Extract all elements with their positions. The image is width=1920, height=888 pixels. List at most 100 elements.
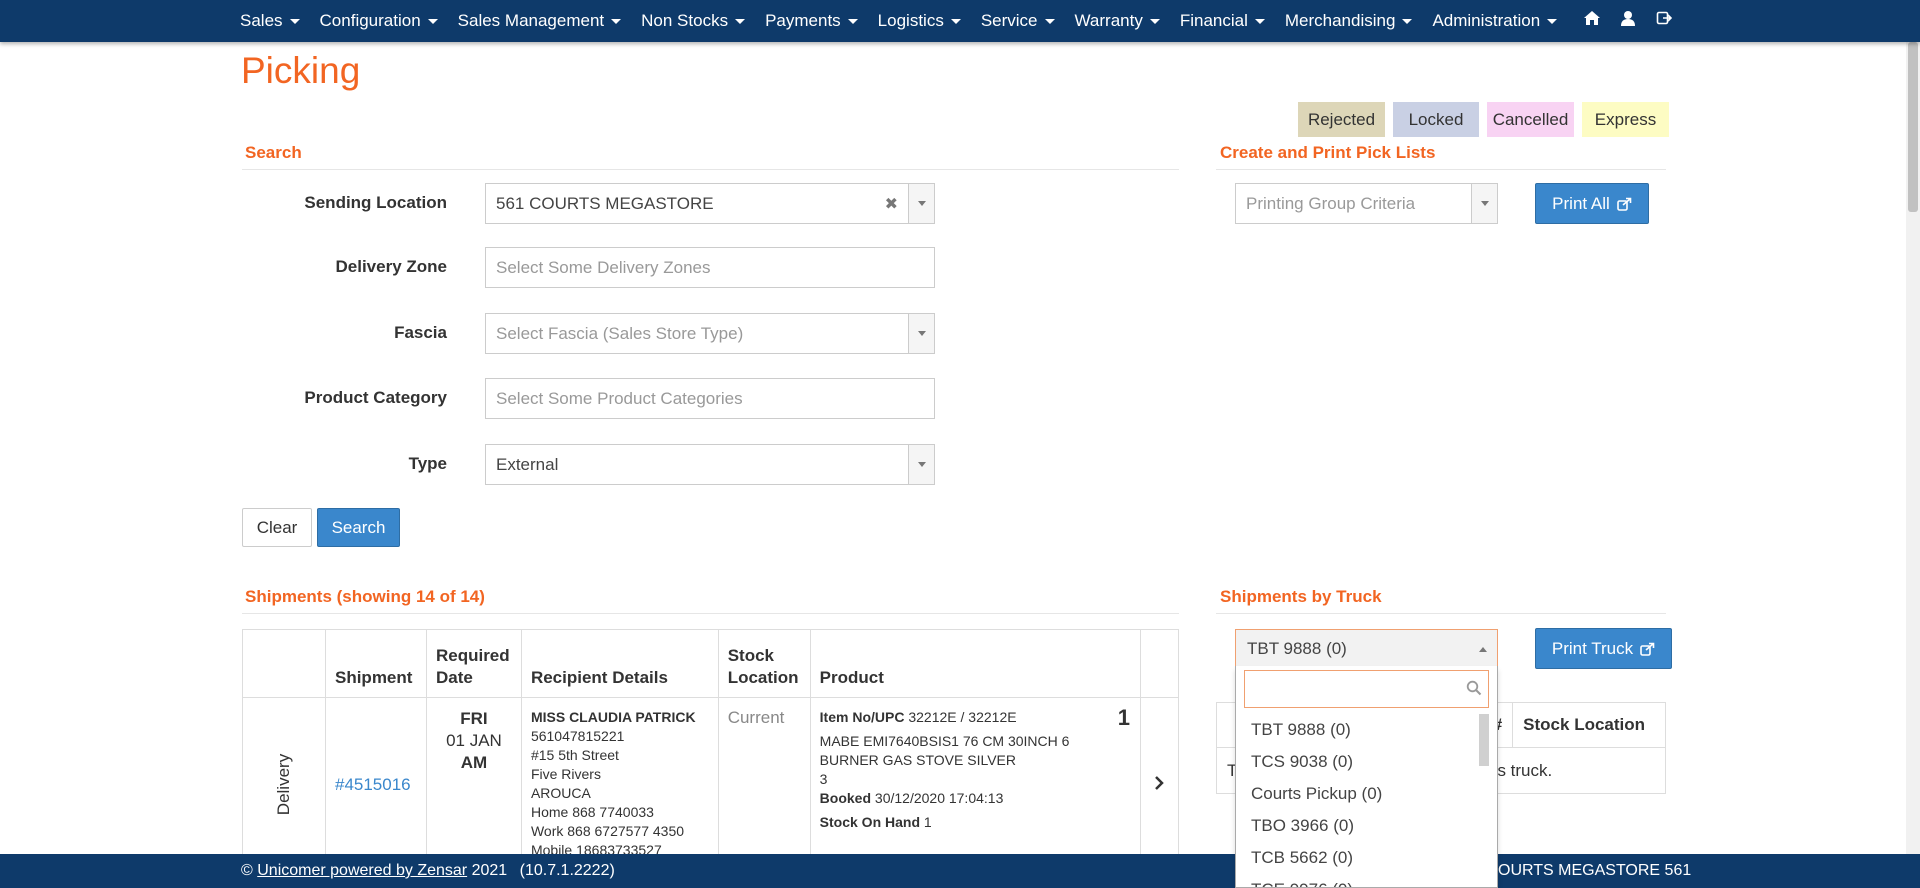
- nav-configuration[interactable]: Configuration: [320, 11, 438, 31]
- external-link-icon: [1640, 642, 1655, 656]
- recipient-id: 561047815221: [530, 728, 625, 744]
- home-icon[interactable]: [1582, 8, 1602, 28]
- product-column-header[interactable]: Product: [809, 629, 1141, 698]
- chevron-down-icon[interactable]: [908, 314, 934, 353]
- printing-group-placeholder: Printing Group Criteria: [1246, 193, 1416, 213]
- nav-non-stocks-label: Non Stocks: [641, 11, 729, 30]
- required-day: FRI: [460, 709, 488, 728]
- shipments-section-title: Shipments (showing 14 of 14): [245, 587, 485, 606]
- caret-down-icon: [611, 18, 622, 24]
- nav-configuration-label: Configuration: [319, 11, 421, 30]
- product-cell: Item No/UPC 32212E / 32212E MABE EMI7640…: [809, 697, 1141, 871]
- footer-copyright: © Unicomer powered by Zensar 2021 (10.7.…: [241, 862, 615, 880]
- required-time: AM: [460, 753, 488, 772]
- type-select[interactable]: External: [485, 444, 935, 485]
- caret-down-icon: [1254, 18, 1265, 24]
- table-header-row: Shipment Required Date Recipient Details …: [242, 629, 1180, 698]
- footer-store: OURTS MEGASTORE 561: [1498, 862, 1692, 879]
- nav-logistics[interactable]: Logistics: [878, 11, 961, 31]
- print-truck-button[interactable]: Print Truck: [1535, 628, 1672, 669]
- nav-financial[interactable]: Financial: [1180, 11, 1265, 31]
- page-scrollbar-thumb[interactable]: [1908, 42, 1918, 212]
- shipment-number-link[interactable]: #4515016: [335, 775, 411, 794]
- dropdown-scrollbar[interactable]: [1479, 714, 1489, 766]
- divider: [1216, 613, 1666, 614]
- shipment-type-cell: Delivery: [242, 697, 326, 871]
- chevron-right-icon[interactable]: [1154, 775, 1165, 794]
- truck-option[interactable]: TBO 3966 (0): [1236, 810, 1479, 842]
- footer: © Unicomer powered by Zensar 2021 (10.7.…: [0, 854, 1920, 888]
- shipment-number-cell: #4515016: [324, 697, 427, 871]
- recipient-name: MISS CLAUDIA PATRICK: [530, 709, 696, 725]
- required-date-column-header[interactable]: Required Date: [425, 629, 522, 698]
- fascia-select[interactable]: Select Fascia (Sales Store Type): [485, 313, 935, 354]
- clear-button[interactable]: Clear: [242, 508, 312, 547]
- truck-search-input[interactable]: [1244, 670, 1489, 708]
- truck-stock-location-column-header[interactable]: Stock Location: [1512, 702, 1666, 748]
- truck-section-title: Shipments by Truck: [1220, 587, 1382, 606]
- shipment-type: Delivery: [274, 753, 294, 815]
- truck-option[interactable]: TCB 5662 (0): [1236, 842, 1479, 874]
- user-icon[interactable]: [1618, 8, 1638, 28]
- nav-payments-label: Payments: [765, 11, 841, 30]
- delivery-zone-multiselect[interactable]: Select Some Delivery Zones: [485, 247, 935, 288]
- recipient-column-header[interactable]: Recipient Details: [520, 629, 719, 698]
- truck-option[interactable]: TBT 9888 (0): [1236, 714, 1479, 746]
- top-navbar: Sales Configuration Sales Management Non…: [0, 0, 1920, 42]
- pick-lists-section-title: Create and Print Pick Lists: [1220, 143, 1436, 162]
- nav-non-stocks[interactable]: Non Stocks: [641, 11, 746, 31]
- shipment-column-header[interactable]: Shipment: [324, 629, 427, 698]
- required-date-header-line1: Required: [435, 646, 510, 665]
- company-link[interactable]: Unicomer powered by Zensar: [257, 862, 467, 879]
- nav-merchandising[interactable]: Merchandising: [1285, 11, 1413, 31]
- recipient-address-line1: #15 5th Street: [530, 747, 619, 763]
- sending-location-select[interactable]: 561 COURTS MEGASTORE ✖: [485, 183, 935, 224]
- stock-location-value: Current: [727, 708, 785, 727]
- nav-warranty-label: Warranty: [1074, 11, 1143, 30]
- stock-location-column-header[interactable]: Stock Location: [717, 629, 811, 698]
- nav-payments[interactable]: Payments: [765, 11, 858, 31]
- truck-option[interactable]: TCS 9038 (0): [1236, 746, 1479, 778]
- caret-down-icon: [847, 18, 858, 24]
- required-date-header-line2: Date: [435, 668, 473, 687]
- nav-merchandising-label: Merchandising: [1284, 11, 1396, 30]
- truck-select[interactable]: TBT 9888 (0): [1235, 629, 1498, 669]
- legend-locked: Locked: [1393, 102, 1479, 137]
- caret-down-icon: [1547, 18, 1558, 24]
- chevron-down-icon[interactable]: [908, 184, 934, 223]
- nav-administration[interactable]: Administration: [1432, 11, 1558, 31]
- product-category-label: Product Category: [304, 388, 447, 407]
- chevron-up-icon[interactable]: [1479, 647, 1487, 652]
- truck-option[interactable]: TCE 9976 (0): [1236, 874, 1479, 887]
- recipient-home-phone: Home 868 7740033: [530, 804, 654, 820]
- action-column-header: [1139, 629, 1180, 698]
- printing-group-criteria-select[interactable]: Printing Group Criteria: [1235, 183, 1498, 224]
- chevron-down-icon[interactable]: [908, 445, 934, 484]
- nav-logistics-label: Logistics: [877, 11, 944, 30]
- nav-financial-label: Financial: [1179, 11, 1248, 30]
- table-row[interactable]: Delivery #4515016 FRI 01 JAN AM MISS CLA…: [242, 697, 1180, 871]
- print-all-button[interactable]: Print All: [1535, 183, 1649, 224]
- product-count: 1: [1117, 705, 1130, 730]
- nav-service[interactable]: Service: [981, 11, 1055, 31]
- product-category-multiselect[interactable]: Select Some Product Categories: [485, 378, 935, 419]
- caret-down-icon: [1149, 18, 1160, 24]
- nav-sales[interactable]: Sales: [240, 11, 300, 31]
- recipient-address-line2: Five Rivers: [530, 766, 601, 782]
- legend-rejected: Rejected: [1298, 102, 1385, 137]
- search-button[interactable]: Search: [317, 508, 400, 547]
- caret-down-icon: [950, 18, 961, 24]
- stock-location-header-line1: Stock: [727, 646, 774, 665]
- clear-icon[interactable]: ✖: [885, 194, 898, 214]
- nav-warranty[interactable]: Warranty: [1075, 11, 1160, 31]
- nav-sales-management[interactable]: Sales Management: [458, 11, 622, 31]
- stock-location-header-line2: Location: [727, 668, 799, 687]
- item-no-label: Item No/UPC: [819, 709, 905, 725]
- divider: [242, 169, 1179, 170]
- stock-on-hand-label: Stock On Hand: [819, 814, 921, 830]
- nav-sales-label: Sales: [240, 11, 283, 30]
- truck-option[interactable]: Courts Pickup (0): [1236, 778, 1479, 810]
- chevron-down-icon[interactable]: [1471, 184, 1497, 223]
- item-no-value: 32212E / 32212E: [908, 709, 1017, 725]
- logout-icon[interactable]: [1654, 8, 1674, 28]
